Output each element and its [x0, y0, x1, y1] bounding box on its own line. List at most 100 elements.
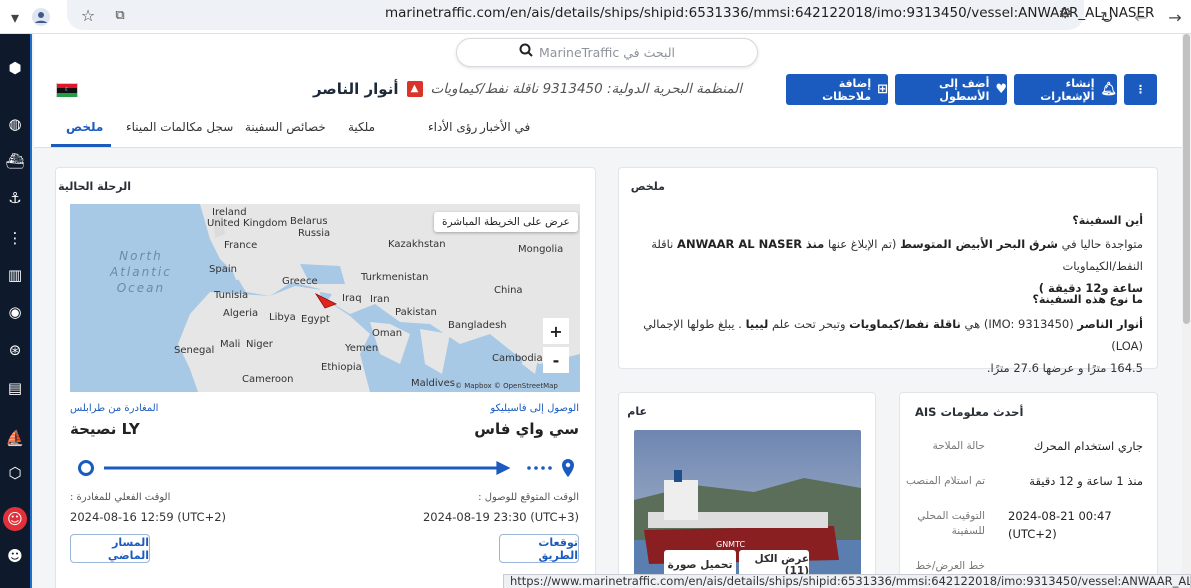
ship-icon[interactable]: ⛴: [0, 147, 30, 175]
map-label-cambodia: Cambodia: [492, 353, 543, 364]
map-label-iraq: Iraq: [342, 293, 362, 304]
general-title: عام: [627, 405, 647, 418]
map-label-iran: Iran: [370, 294, 390, 305]
atd-label: الوقت الفعلي للمغادرة :: [70, 492, 171, 503]
ais-card: أحدث معلومات AIS حالة الملاحة جاري استخد…: [899, 392, 1158, 588]
map-label-france: France: [224, 240, 258, 251]
map-label-maldives: Maldives: [411, 378, 455, 389]
tanker-icon: ▲: [406, 81, 423, 97]
create-alert-button[interactable]: 🔔︎ إنشاء الإشعارات: [1014, 74, 1117, 105]
atd-value: 2024-08-16 12:59 (UTC+2): [70, 510, 227, 524]
page-scrollbar[interactable]: [1182, 34, 1191, 588]
alert-user-icon[interactable]: ☺: [3, 507, 27, 531]
site-settings-icon[interactable]: ⚙: [1059, 4, 1072, 22]
address-bar[interactable]: ☆ ⧉ marinetraffic.com/en/ais/details/shi…: [67, 0, 1154, 30]
map-attribution: © Mapbox © OpenStreetMap: [455, 382, 558, 390]
map-label-ethiopia: Ethiopia: [321, 362, 362, 373]
tab-performance[interactable]: رؤى الأداء: [428, 120, 477, 134]
search-input[interactable]: البحث في MarineTraffic: [456, 38, 758, 67]
account-icon[interactable]: ☻: [0, 542, 30, 570]
add-to-fleet-button[interactable]: ♥ أضف إلى الأسطول: [895, 74, 1007, 105]
forward-icon[interactable]: →: [1162, 4, 1188, 30]
where-answer: متواجدة حاليا في شرق البحر الأبيض المتوس…: [651, 237, 1143, 295]
map-label-kazakhstan: Kazakhstan: [388, 239, 446, 250]
arrival-label: الوصول إلى فاسيليكو: [490, 403, 579, 414]
globe-icon[interactable]: ◍: [0, 110, 30, 138]
more-actions-button[interactable]: ⋮: [1124, 74, 1157, 105]
map-label-mongolia: Mongolia: [518, 244, 564, 255]
eta-label: الوقت المتوقع للوصول :: [478, 492, 579, 503]
vessel-photo[interactable]: GNMTC تحميل صورة عرض الكل (11): [634, 430, 861, 588]
back-icon[interactable]: ←: [1128, 4, 1154, 30]
vessel-meta: المنظمة البحرية الدولية: 9313450 ناقلة ن…: [430, 81, 743, 97]
map-label-turkmenistan: Turkmenistan: [361, 272, 429, 283]
map-label-china: China: [494, 285, 523, 296]
browser-toolbar: ▾ ☆ ⧉ marinetraffic.com/en/ais/details/s…: [0, 0, 1191, 34]
ais-label-local-time: التوقيت المحلي للسفينة: [917, 510, 985, 537]
route-forecast-button[interactable]: توقعات الطريق: [499, 534, 579, 563]
vessel-header: البحث في MarineTraffic ⋮ 🔔︎ إنشاء الإشعار…: [34, 34, 1182, 148]
ais-value-position-received: منذ 1 ساعة و 12 دقيقة: [1029, 474, 1143, 488]
map-label-mali: Mali: [220, 339, 241, 350]
map-label-belarus: Belarus: [290, 216, 328, 227]
map-label-greece: Greece: [282, 276, 318, 287]
live-map-button[interactable]: عرض على الخريطة المباشرة: [434, 212, 578, 232]
address-url[interactable]: marinetraffic.com/en/ais/details/ships/s…: [385, 5, 1154, 21]
browser-menu-icon[interactable]: ▾: [2, 4, 28, 30]
fleet-icon[interactable]: ⛵: [0, 424, 30, 452]
add-notes-button[interactable]: ⊞ إضافة ملاحظات: [786, 74, 888, 105]
map-label-cameroon: Cameroon: [242, 374, 294, 385]
map-label-senegal: Senegal: [174, 345, 215, 356]
logo-icon[interactable]: ⬢: [0, 54, 30, 82]
tab-summary[interactable]: ملخص: [66, 120, 103, 134]
star-icon[interactable]: ☆: [75, 2, 101, 28]
heart-icon: ♥: [995, 82, 1007, 97]
zoom-out-button[interactable]: -: [543, 347, 569, 373]
map-label-bangladesh: Bangladesh: [448, 320, 507, 331]
libya-flag-icon: ☾: [56, 83, 78, 97]
bell-icon: 🔔︎: [1100, 82, 1117, 97]
profile-icon[interactable]: [28, 4, 54, 30]
ais-value-nav-status: جاري استخدام المحرك: [1033, 439, 1143, 453]
type-answer: أنوار الناصر (IMO: 9313450) هي ناقلة نفط…: [643, 317, 1143, 375]
vessel-name: أنوار الناصر: [312, 80, 399, 98]
translate-icon[interactable]: ⧉: [107, 2, 133, 28]
tab-news[interactable]: في الأخبار: [480, 120, 530, 134]
map-label-uk: United Kingdom: [207, 218, 288, 229]
departure-label: المغادرة من طرابلس: [70, 403, 159, 414]
anchor-icon[interactable]: ⚓: [0, 184, 30, 212]
left-nav-rail: ⬢ ◍ ⛴ ⚓ ⋮ ▥ ◉ ⊛ ▤ ⛵ ⬡ ☺ ☻: [0, 34, 32, 588]
search-icon: [519, 43, 533, 61]
tab-ownership[interactable]: ملكية: [348, 120, 375, 134]
table-icon[interactable]: ▤: [0, 374, 30, 402]
ais-label-lat-lon: خط العرض/خط: [915, 560, 985, 572]
page-content: البحث في MarineTraffic ⋮ 🔔︎ إنشاء الإشعار…: [34, 34, 1191, 588]
past-track-button[interactable]: المسار الماضي: [70, 534, 150, 563]
arrival-port[interactable]: سي واي فاس: [474, 420, 579, 438]
building-icon[interactable]: ▥: [0, 261, 30, 289]
voyage-map[interactable]: North Atlantic Ocean Ireland United Kingdo…: [70, 204, 580, 392]
eta-value: 2024-08-19 23:30 (UTC+3): [422, 510, 579, 524]
current-voyage-card: الرحلة الحالية North Atlantic Ocean Irelan…: [55, 167, 596, 588]
cube-icon[interactable]: ⬡: [0, 459, 30, 487]
where-question: أين السفينة؟: [1072, 214, 1143, 227]
analytics-icon[interactable]: ⋮: [0, 224, 30, 252]
map-label-pakistan: Pakistan: [395, 307, 437, 318]
ais-value-local-time: 2024-08-21 00:47 (UTC+2): [1008, 509, 1112, 541]
ais-title: أحدث معلومات AIS: [915, 405, 1024, 419]
map-label-tunisia: Tunisia: [214, 290, 249, 301]
tab-vessel-particulars[interactable]: خصائص السفينة: [245, 120, 326, 134]
tab-port-calls[interactable]: سجل مكالمات الميناء: [126, 120, 233, 134]
map-ocean-label: North Atlantic Ocean: [110, 249, 172, 295]
signal-icon[interactable]: ◉: [0, 298, 30, 326]
scrollbar-thumb[interactable]: [1183, 34, 1190, 324]
zoom-in-button[interactable]: +: [543, 318, 569, 344]
aperture-icon[interactable]: ⊛: [0, 336, 30, 364]
summary-card: ملخص أين السفينة؟ متواجدة حاليا في شرق ا…: [618, 167, 1158, 375]
reload-icon[interactable]: ↻: [1094, 4, 1120, 30]
map-label-egypt: Egypt: [301, 314, 330, 325]
departure-port[interactable]: LY نصيحة: [70, 420, 140, 438]
status-bar-url: https://www.marinetraffic.com/en/ais/det…: [503, 574, 1191, 588]
ais-label-nav-status: حالة الملاحة: [932, 440, 985, 452]
voyage-title: الرحلة الحالية: [58, 180, 131, 193]
